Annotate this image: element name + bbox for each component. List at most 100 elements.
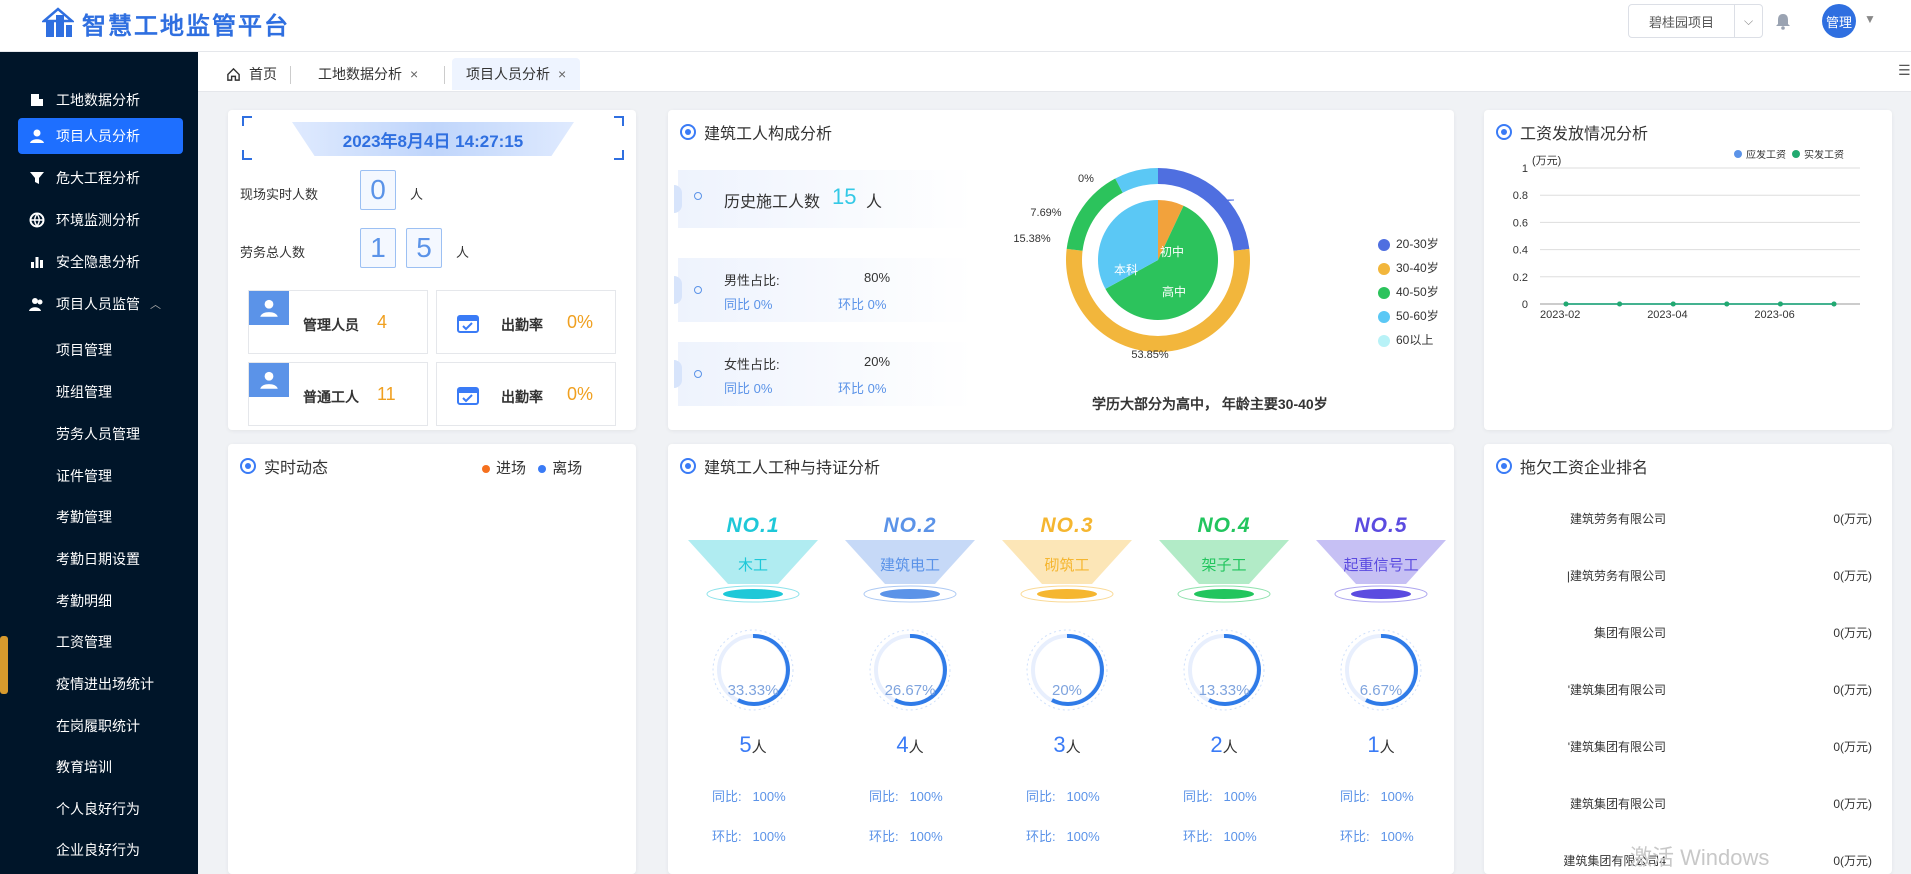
legend-swatch [1378,310,1390,323]
rank-number: NO.5 [1354,514,1408,537]
legend-swatch [1792,150,1800,158]
trade-mom: 环比: 100% [712,829,786,844]
x-tick-label: 2023-06 [1754,309,1794,321]
tab-personnel-analysis[interactable]: 项目人员分析 × [452,58,581,90]
percent-ring [869,629,951,711]
trade-column: NO.3 砌筑工 20% 3人 同比: 100% 环比: 100% [992,514,1142,854]
sidebar-item-site-data[interactable]: 工地数据分析 [18,82,183,118]
close-icon[interactable]: × [558,66,566,82]
app-logo[interactable]: 智慧工地监管平台 [42,6,290,41]
legend-label: 30-40岁 [1396,261,1439,275]
sidebar-subitem[interactable]: 考勤管理 [56,507,112,527]
male-yoy: 同比 0% [724,297,773,312]
sidebar-subitem[interactable]: 教育培训 [56,757,112,777]
sidebar-subitem[interactable]: 工资管理 [56,632,112,652]
trade-yoy: 同比: 100% [869,789,943,804]
card-title: 实时动态 [240,454,328,478]
app-title: 智慧工地监管平台 [82,13,290,40]
rank-number: NO.2 [883,514,937,537]
avatar[interactable]: 管理 [1822,4,1856,38]
trade-count-row: 4人 [835,732,985,758]
y-tick-label: 0.6 [1513,217,1528,229]
sidebar-item-label: 危大工程分析 [56,170,140,186]
rank-number: NO.1 [726,514,780,537]
percent-ring [712,629,794,711]
user-menu-caret-icon[interactable]: ▼ [1864,12,1876,26]
history-workers-panel: 历史施工人数 15 人 [674,170,973,228]
table-row: 建筑劳务有限公司 0(万元) [1484,510,1892,530]
y-tick-label: 0.8 [1513,190,1528,202]
legend-swatch [1378,334,1390,347]
sidebar-item-personnel-analysis[interactable]: 项目人员分析 [18,118,183,154]
corner-decoration [242,150,252,160]
sidebar-subitem[interactable]: 个人良好行为 [56,799,140,819]
tab-site-data[interactable]: 工地数据分析 × [304,58,432,90]
sidebar-subitem[interactable]: 企业良好行为 [56,840,140,860]
composition-summary: 学历大部分为高中， 年龄主要30-40岁 [1092,396,1328,412]
trade-unit: 人 [1379,739,1395,756]
male-mom: 环比 0% [838,297,887,312]
age-legend: 20-30岁 30-40岁 40-50岁 50-60岁 60以上 [1378,232,1439,352]
sidebar-subitem[interactable]: 项目管理 [56,340,112,360]
sidebar-item-environment[interactable]: 环境监测分析 [18,202,183,238]
sidebar-item-hazard-analysis[interactable]: 危大工程分析 [18,160,183,196]
attendance-label: 出勤率 [501,317,543,333]
sidebar-subitem[interactable]: 班组管理 [56,382,112,402]
user-icon [28,127,46,145]
sidebar-item-personnel-supervision[interactable]: 项目人员监管 ︿ [18,286,183,322]
tab-home[interactable]: 首页 [212,58,291,90]
data-point [1831,301,1837,307]
scroll-handle[interactable] [0,636,8,694]
sidebar-item-safety[interactable]: 安全隐患分析 [18,244,183,280]
data-point [1670,301,1676,307]
sidebar-subitem[interactable]: 劳务人员管理 [56,424,140,444]
legend-item: 30-40岁 [1378,256,1439,280]
data-point [1777,301,1783,307]
bell-icon[interactable] [1774,12,1792,30]
user-icon [249,363,289,397]
sidebar-subitem[interactable]: 疫情进出场统计 [56,674,154,694]
legend-item: 60以上 [1378,328,1439,352]
arrears-value: 0(万元) [1833,569,1872,583]
calendar-icon [457,315,479,333]
x-tick-label: 2023-02 [1540,309,1580,321]
trade-count-row: 2人 [1149,732,1299,758]
date-panel: 2023年8月4日 14:27:15 [242,116,624,160]
sidebar-subitem[interactable]: 证件管理 [56,466,112,486]
trade-count: 3 [1053,732,1066,757]
trade-name: 木工 [737,557,768,574]
onsite-label: 现场实时人数 [240,187,319,202]
target-icon [1496,458,1512,474]
company-name: '建筑集团有限公司 [1567,683,1666,697]
users-icon [28,295,46,313]
wage-line-chart: (万元) 1 0.8 0.6 0.4 0.2 0 2023-02 2023-04 2023-06 应… [1513,150,1860,321]
home-icon [227,67,240,81]
sidebar-subitem[interactable]: 在岗履职统计 [56,716,140,736]
sidebar-subitem[interactable]: 考勤明细 [56,591,112,611]
onsite-unit: 人 [410,187,424,202]
trade-name: 架子工 [1201,557,1247,574]
podium-icon [1159,540,1289,603]
data-point [1563,301,1569,307]
datetime-display: 2023年8月4日 14:27:15 [292,122,574,156]
chevron-down-icon[interactable]: ⌵ [1734,5,1762,37]
trade-count-row: 3人 [992,732,1142,758]
card-title-text: 建筑工人构成分析 [704,126,833,143]
project-select-value: 碧桂园项目 [1648,14,1714,30]
company-name: 集团有限公司 [1593,626,1666,640]
table-row: '建筑集团有限公司 0(万元) [1484,681,1892,701]
trade-percent: 13.33% [1198,682,1250,699]
target-icon [680,124,696,140]
sidebar-subitem[interactable]: 考勤日期设置 [56,549,140,569]
composition-card: 建筑工人构成分析 历史施工人数 15 人 男性占比: 80% 同比 0% 环比 … [668,110,1454,430]
sidebar-item-label: 工地数据分析 [56,92,140,108]
legend-swatch [1378,238,1390,251]
menu-icon[interactable]: ☰ [1898,62,1911,79]
close-icon[interactable]: × [410,66,418,82]
card-title-text: 拖欠工资企业排名 [1520,460,1649,477]
trade-percent: 33.33% [727,682,779,699]
trade-name: 建筑电工 [879,557,940,574]
history-value: 15 [832,184,857,209]
legend-in-label: 进场 [496,460,527,477]
project-select[interactable]: 碧桂园项目 ⌵ [1628,4,1763,38]
